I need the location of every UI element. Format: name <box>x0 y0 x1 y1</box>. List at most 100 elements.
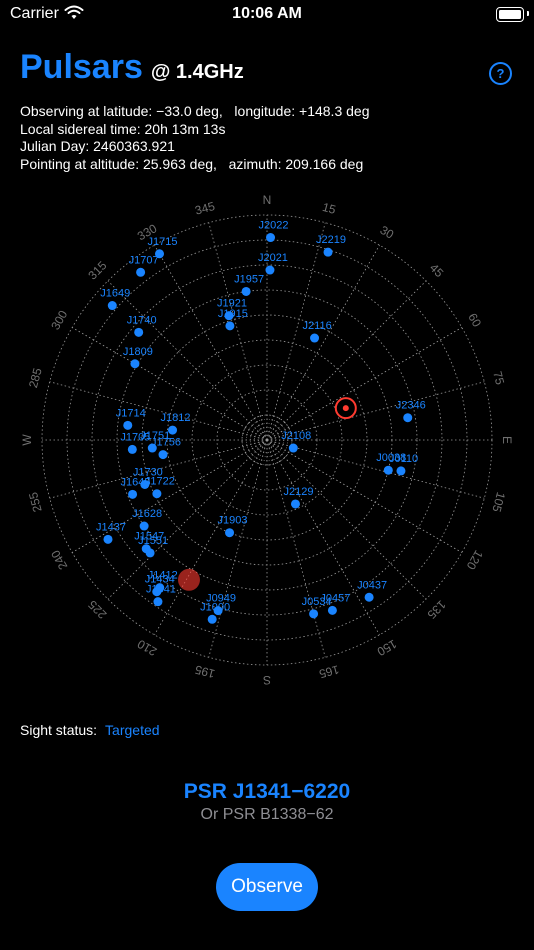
pointing-line: Pointing at altitude: 25.963 deg, azimut… <box>20 155 364 172</box>
latitude-longitude-line: Observing at latitude: −33.0 deg, longit… <box>20 103 370 119</box>
azimuth-label: 120 <box>463 548 485 573</box>
pulsar-dot[interactable] <box>158 450 168 460</box>
azimuth-label: 45 <box>427 261 447 281</box>
pulsar-label: J1707 <box>129 254 159 266</box>
azimuth-label: 30 <box>378 223 397 242</box>
pulsar-label: J2021 <box>258 252 288 264</box>
clock-time: 10:06 AM <box>232 5 302 22</box>
azimuth-line <box>266 244 380 441</box>
azimuth-label: 60 <box>465 311 484 330</box>
azimuth-label: 315 <box>85 258 109 282</box>
pulsar-label: J2116 <box>303 320 332 332</box>
pulsar-dot[interactable] <box>136 267 146 277</box>
observing-info: Observing at latitude: −33.0 deg, longit… <box>20 103 369 173</box>
pulsar-name: PSR J1341−6220 <box>183 780 351 803</box>
pulsar-dot[interactable] <box>134 327 144 337</box>
pulsar-label: J1740 <box>127 314 157 326</box>
azimuth-label: 225 <box>85 597 109 621</box>
pulsar-label: J0110 <box>389 453 418 465</box>
target-marker-dot <box>342 405 349 412</box>
azimuth-line <box>266 439 326 658</box>
pulsar-dot[interactable] <box>207 614 217 624</box>
pulsar-dot[interactable] <box>127 444 137 454</box>
pulsar-dot[interactable] <box>288 443 298 453</box>
azimuth-label: 240 <box>48 547 70 572</box>
pulsar-label: J1756 <box>151 437 181 449</box>
pulsar-dot[interactable] <box>364 592 374 602</box>
pulsar-dot[interactable] <box>139 521 149 531</box>
compass-e: E <box>500 436 514 444</box>
pulsar-label: J1000 <box>200 601 230 613</box>
sight-status-value: Targeted <box>105 722 160 738</box>
pulsar-label: J1812 <box>161 412 191 424</box>
pulsar-dot[interactable] <box>152 489 162 499</box>
compass-n: N <box>263 193 272 207</box>
pulsar-dot[interactable] <box>266 233 276 243</box>
pulsar-label: J1715 <box>148 236 178 248</box>
status-bar: Carrier 10:06 AM <box>0 0 534 30</box>
pulsar-dot[interactable] <box>153 597 163 607</box>
pulsar-dot[interactable] <box>309 609 319 619</box>
azimuth-line <box>208 439 268 658</box>
pulsar-dot[interactable] <box>327 605 337 615</box>
pulsar-label: J1341 <box>146 584 176 596</box>
pulsar-label: J1903 <box>218 515 248 527</box>
pulsar-label: J1437 <box>96 521 126 533</box>
pulsar-dot[interactable] <box>225 528 235 538</box>
azimuth-label: 210 <box>135 636 160 658</box>
sidereal-time-line: Local sidereal time: 20h 13m 13s <box>20 120 226 137</box>
compass-w: W <box>20 434 34 446</box>
pulsar-dot[interactable] <box>290 499 300 509</box>
azimuth-label: 255 <box>26 490 45 513</box>
title-row: Pulsars @ 1.4GHz <box>20 48 244 87</box>
pulsar-label: J1915 <box>218 308 248 320</box>
pulsar-label: J1957 <box>234 273 264 285</box>
pulsar-label: J0437 <box>357 579 387 591</box>
julian-day-line: Julian Day: 2460363.921 <box>20 138 175 154</box>
sky-map[interactable]: 15 30 45 60 75 105 120 135 150 165 195 210 225 240 255… <box>0 180 534 700</box>
azimuth-label: 195 <box>193 662 216 681</box>
pulsar-dot[interactable] <box>128 489 138 499</box>
compass-s: S <box>263 673 271 687</box>
battery-icon <box>496 7 524 22</box>
battery-cap-icon <box>527 11 529 16</box>
azimuth-label: 15 <box>321 200 338 217</box>
pulsar-dot[interactable] <box>265 265 275 275</box>
pulsar-label: J2219 <box>316 234 346 246</box>
azimuth-label: 150 <box>374 637 399 659</box>
pulsar-dot[interactable] <box>130 359 140 369</box>
pulsar-dot[interactable] <box>310 333 320 343</box>
azimuth-label: 345 <box>193 199 216 218</box>
help-icon[interactable]: ? <box>489 62 512 85</box>
pulsar-dot[interactable] <box>396 466 406 476</box>
frequency-label: @ 1.4GHz <box>150 61 244 83</box>
pulsar-dot[interactable] <box>383 465 393 475</box>
pulsar-dot[interactable] <box>145 548 155 558</box>
azimuth-label: 285 <box>26 366 45 389</box>
pulsar-label: J1628 <box>132 508 162 520</box>
sight-status: Sight status: Targeted <box>20 722 160 738</box>
azimuth-label: 135 <box>424 598 448 622</box>
app-title: Pulsars <box>20 48 143 86</box>
sight-status-label: Sight status: <box>20 722 98 738</box>
pulsar-dot[interactable] <box>123 420 133 430</box>
pulsar-dot[interactable] <box>103 534 113 544</box>
pulsar-label: J1809 <box>123 346 153 358</box>
pulsar-dot[interactable] <box>323 247 333 257</box>
azimuth-label: 165 <box>317 662 340 681</box>
pulsar-dot[interactable] <box>225 321 235 331</box>
pulsar-dot[interactable] <box>403 413 413 423</box>
pulsar-dot[interactable] <box>107 301 117 311</box>
azimuth-label: 105 <box>489 491 508 514</box>
pulsar-label: J1722 <box>145 476 175 488</box>
pulsar-label: J2129 <box>283 486 313 498</box>
azimuth-line <box>266 280 427 441</box>
azimuth-label: 300 <box>48 308 70 333</box>
observe-button[interactable]: Observe <box>216 863 318 911</box>
pulsar-label: J1551 <box>138 535 168 547</box>
pulsar-label: J1714 <box>116 407 146 419</box>
pulsar-dot[interactable] <box>241 286 251 296</box>
pulsar-alt-name: Or PSR B1338−62 <box>200 806 334 823</box>
pulsar-label: J2022 <box>259 220 289 232</box>
pulsar-label: J2346 <box>396 400 426 412</box>
